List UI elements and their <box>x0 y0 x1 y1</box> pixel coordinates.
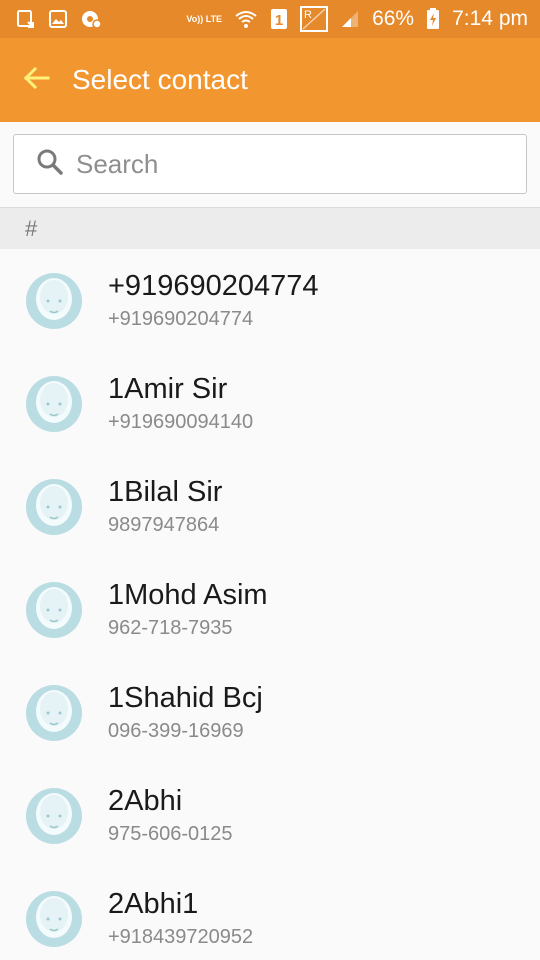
settings-notification-icon <box>80 9 102 29</box>
contact-number: 975-606-0125 <box>108 822 233 845</box>
back-button[interactable] <box>0 38 72 122</box>
contact-number: +919690094140 <box>108 410 254 433</box>
clock: 7:14 pm <box>452 7 528 30</box>
contact-row[interactable]: 1Amir Sir +919690094140 <box>0 352 540 455</box>
contact-list: +919690204774 +919690204774 1Amir Sir +9… <box>0 249 540 960</box>
wifi-icon <box>234 9 258 29</box>
search-icon <box>36 148 64 181</box>
section-header-label: # <box>25 215 38 241</box>
contact-number: 096-399-16969 <box>108 719 244 742</box>
contact-name: 1Amir Sir <box>108 372 228 405</box>
volte-icon: Vo)) LTE <box>186 13 223 24</box>
app-bar: Select contact <box>0 38 540 122</box>
search-box[interactable] <box>13 134 527 194</box>
battery-percent: 66% <box>372 7 415 30</box>
contact-avatar-icon <box>26 478 82 535</box>
contact-avatar-icon <box>26 787 82 844</box>
contact-text: 1Shahid Bcj 096-399-16969 <box>108 681 263 745</box>
contact-row[interactable]: 1Bilal Sir 9897947864 <box>0 455 540 558</box>
contact-text: +919690204774 +919690204774 <box>108 269 318 333</box>
battery-charging-icon <box>426 8 440 30</box>
page-title: Select contact <box>72 64 248 95</box>
contact-avatar-icon <box>26 890 82 947</box>
download-notification-icon <box>16 9 36 29</box>
contact-avatar-icon <box>26 272 82 329</box>
contact-name: 1Bilal Sir <box>108 475 223 508</box>
contact-row[interactable]: 1Shahid Bcj 096-399-16969 <box>0 661 540 764</box>
back-arrow-icon <box>22 66 50 95</box>
contact-avatar-icon <box>26 581 82 638</box>
contact-number: +918439720952 <box>108 925 254 948</box>
contact-text: 1Bilal Sir 9897947864 <box>108 475 222 539</box>
notification-icons <box>16 9 102 29</box>
contact-text: 1Amir Sir +919690094140 <box>108 372 253 436</box>
contact-name: 1Mohd Asim <box>108 578 268 611</box>
search-bar <box>13 134 527 194</box>
gallery-notification-icon <box>48 9 68 29</box>
signal-icon <box>340 9 360 29</box>
contact-avatar-icon <box>26 375 82 432</box>
contact-name: 2Abhi1 <box>108 887 199 920</box>
contact-name: +919690204774 <box>108 269 319 302</box>
roaming-letter: R <box>304 9 312 21</box>
contact-row[interactable]: 2Abhi1 +918439720952 <box>0 867 540 960</box>
contact-row[interactable]: 1Mohd Asim 962-718-7935 <box>0 558 540 661</box>
sim-number: 1 <box>275 12 283 29</box>
section-header: # <box>0 207 540 249</box>
contact-avatar-icon <box>26 684 82 741</box>
roaming-icon: R <box>300 6 329 32</box>
contact-text: 1Mohd Asim 962-718-7935 <box>108 578 268 642</box>
status-bar: Vo)) LTE 1 R 66% 7:14 pm <box>0 0 540 38</box>
contact-row[interactable]: +919690204774 +919690204774 <box>0 249 540 352</box>
contact-row[interactable]: 2Abhi 975-606-0125 <box>0 764 540 867</box>
contact-number: 9897947864 <box>108 513 220 536</box>
contact-name: 1Shahid Bcj <box>108 681 263 714</box>
search-input[interactable] <box>76 148 496 180</box>
sim-slot-icon: 1 <box>270 8 288 30</box>
contact-text: 2Abhi 975-606-0125 <box>108 784 233 848</box>
system-icons: Vo)) LTE 1 R 66% 7:14 pm <box>186 6 528 32</box>
contact-name: 2Abhi <box>108 784 183 817</box>
contact-text: 2Abhi1 +918439720952 <box>108 887 253 951</box>
contact-number: 962-718-7935 <box>108 616 233 639</box>
contact-number: +919690204774 <box>108 307 254 330</box>
